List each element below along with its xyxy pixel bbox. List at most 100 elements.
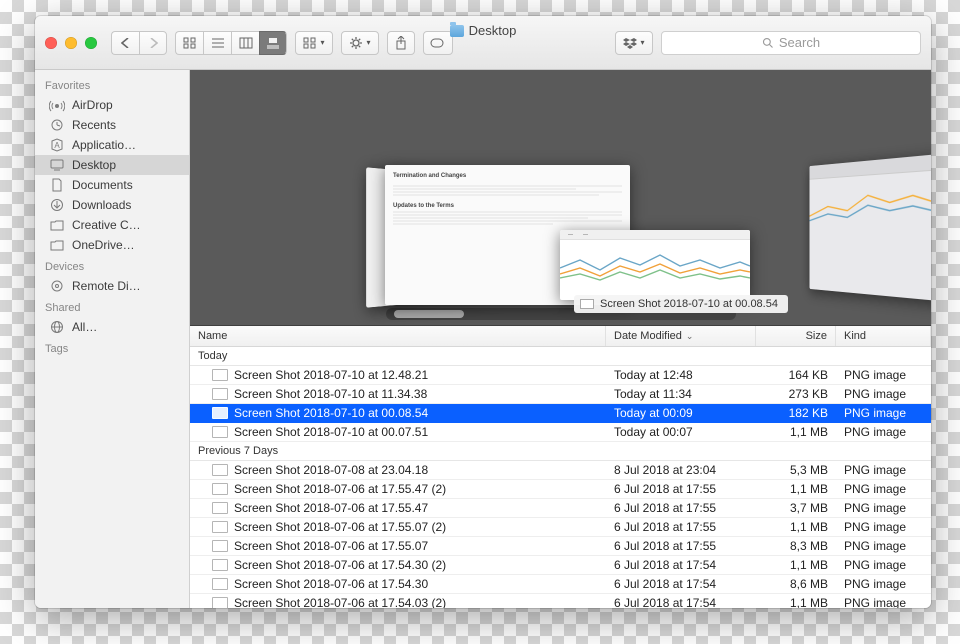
thumbnail-icon bbox=[212, 464, 228, 476]
list-section-header[interactable]: Today bbox=[190, 347, 931, 366]
file-date: Today at 00:09 bbox=[606, 406, 756, 420]
table-row[interactable]: Screen Shot 2018-07-06 at 17.55.476 Jul … bbox=[190, 499, 931, 518]
sidebar-item-documents[interactable]: Documents bbox=[35, 175, 189, 195]
sidebar-item-creative-c-[interactable]: Creative C… bbox=[35, 215, 189, 235]
file-name: Screen Shot 2018-07-10 at 12.48.21 bbox=[234, 368, 428, 382]
share-button[interactable] bbox=[387, 31, 415, 55]
column-size[interactable]: Size bbox=[756, 326, 836, 346]
coverflow-card[interactable] bbox=[810, 153, 931, 303]
table-row[interactable]: Screen Shot 2018-07-06 at 17.55.47 (2) 6 … bbox=[190, 480, 931, 499]
table-row[interactable]: Screen Shot 2018-07-06 at 17.54.30 (2)6 … bbox=[190, 556, 931, 575]
table-row[interactable]: Screen Shot 2018-07-06 at 17.54.03 (2) 6 … bbox=[190, 594, 931, 608]
file-size: 1,1 MB bbox=[756, 596, 836, 608]
file-kind: PNG image bbox=[836, 558, 931, 572]
list-view-button[interactable] bbox=[203, 31, 231, 55]
sidebar-item-all-[interactable]: All… bbox=[35, 317, 189, 337]
sidebar-item-desktop[interactable]: Desktop bbox=[35, 155, 189, 175]
view-mode-segment bbox=[175, 31, 287, 55]
search-input[interactable]: Search bbox=[661, 31, 921, 55]
gear-icon bbox=[349, 36, 363, 50]
sidebar-item-label: AirDrop bbox=[72, 98, 113, 112]
forward-button[interactable] bbox=[139, 31, 167, 55]
table-row[interactable]: Screen Shot 2018-07-06 at 17.54.306 Jul … bbox=[190, 575, 931, 594]
file-name: Screen Shot 2018-07-10 at 00.07.51 bbox=[234, 425, 428, 439]
zoom-icon[interactable] bbox=[85, 37, 97, 49]
doc-heading: Termination and Changes bbox=[393, 173, 622, 179]
back-button[interactable] bbox=[111, 31, 139, 55]
file-kind: PNG image bbox=[836, 387, 931, 401]
table-row[interactable]: Screen Shot 2018-07-06 at 17.55.07 (2)6 … bbox=[190, 518, 931, 537]
sidebar-item-downloads[interactable]: Downloads bbox=[35, 195, 189, 215]
list-section-header[interactable]: Previous 7 Days bbox=[190, 442, 931, 461]
dropbox-button[interactable]: ▾ bbox=[615, 31, 653, 55]
recents-icon bbox=[49, 118, 65, 132]
applications-icon: A bbox=[49, 138, 65, 152]
file-size: 1,1 MB bbox=[756, 520, 836, 534]
file-size: 164 KB bbox=[756, 368, 836, 382]
action-button[interactable]: ▾ bbox=[341, 31, 379, 55]
back-forward bbox=[111, 31, 167, 55]
table-row[interactable]: Screen Shot 2018-07-06 at 17.55.076 Jul … bbox=[190, 537, 931, 556]
table-row[interactable]: Screen Shot 2018-07-10 at 00.08.54 Today … bbox=[190, 404, 931, 423]
column-kind[interactable]: Kind bbox=[836, 326, 931, 346]
file-size: 273 KB bbox=[756, 387, 836, 401]
tags-button[interactable] bbox=[423, 31, 453, 55]
thumbnail-icon bbox=[212, 521, 228, 533]
icon-view-button[interactable] bbox=[175, 31, 203, 55]
sidebar-item-remote-di-[interactable]: Remote Di… bbox=[35, 276, 189, 296]
table-row[interactable]: Screen Shot 2018-07-10 at 11.34.38Today … bbox=[190, 385, 931, 404]
documents-icon bbox=[49, 178, 65, 192]
scrollbar-thumb[interactable] bbox=[394, 310, 464, 318]
doc-heading: Updates to the Terms bbox=[393, 203, 622, 209]
file-date: 6 Jul 2018 at 17:55 bbox=[606, 482, 756, 496]
thumbnail-icon bbox=[580, 299, 594, 309]
file-name: Screen Shot 2018-07-06 at 17.54.03 (2) bbox=[234, 596, 446, 608]
thumbnail-icon bbox=[212, 388, 228, 400]
file-name: Screen Shot 2018-07-10 at 00.08.54 bbox=[234, 406, 428, 420]
file-date: 6 Jul 2018 at 17:55 bbox=[606, 539, 756, 553]
sidebar-item-label: Downloads bbox=[72, 198, 131, 212]
window-controls bbox=[45, 37, 97, 49]
coverflow-area[interactable]: Termination and Changes Updates to the T… bbox=[190, 70, 931, 326]
finder-window: ▾ ▾ Desktop ▾ Search FavoritesAirDropRec… bbox=[35, 16, 931, 608]
column-view-button[interactable] bbox=[231, 31, 259, 55]
tag-icon bbox=[430, 37, 446, 49]
coverflow-card-front[interactable]: —— bbox=[560, 230, 750, 300]
file-kind: PNG image bbox=[836, 368, 931, 382]
minimize-icon[interactable] bbox=[65, 37, 77, 49]
sidebar-item-airdrop[interactable]: AirDrop bbox=[35, 95, 189, 115]
sidebar-item-label: Creative C… bbox=[72, 218, 141, 232]
sidebar-item-applicatio-[interactable]: AApplicatio… bbox=[35, 135, 189, 155]
list-header: Name Date Modified⌄ Size Kind bbox=[190, 326, 931, 347]
downloads-icon bbox=[49, 198, 65, 212]
table-row[interactable]: Screen Shot 2018-07-10 at 12.48.21Today … bbox=[190, 366, 931, 385]
sidebar-section-label: Tags bbox=[35, 337, 189, 358]
sidebar-item-recents[interactable]: Recents bbox=[35, 115, 189, 135]
file-list: Name Date Modified⌄ Size Kind TodayScree… bbox=[190, 326, 931, 608]
close-icon[interactable] bbox=[45, 37, 57, 49]
file-size: 8,6 MB bbox=[756, 577, 836, 591]
file-date: 6 Jul 2018 at 17:54 bbox=[606, 558, 756, 572]
coverflow-view-button[interactable] bbox=[259, 31, 287, 55]
file-size: 1,1 MB bbox=[756, 558, 836, 572]
search-placeholder: Search bbox=[779, 35, 820, 50]
file-name: Screen Shot 2018-07-08 at 23.04.18 bbox=[234, 463, 428, 477]
thumbnail-icon bbox=[212, 407, 228, 419]
file-date: 6 Jul 2018 at 17:54 bbox=[606, 596, 756, 608]
remote-disc-icon bbox=[49, 279, 65, 293]
table-row[interactable]: Screen Shot 2018-07-08 at 23.04.188 Jul … bbox=[190, 461, 931, 480]
file-kind: PNG image bbox=[836, 539, 931, 553]
file-name: Screen Shot 2018-07-06 at 17.55.47 bbox=[234, 501, 428, 515]
arrange-button[interactable]: ▾ bbox=[295, 31, 333, 55]
column-name[interactable]: Name bbox=[190, 326, 606, 346]
file-kind: PNG image bbox=[836, 425, 931, 439]
sidebar-item-label: OneDrive… bbox=[72, 238, 135, 252]
table-row[interactable]: Screen Shot 2018-07-10 at 00.07.51Today … bbox=[190, 423, 931, 442]
column-date-modified[interactable]: Date Modified⌄ bbox=[606, 326, 756, 346]
file-name: Screen Shot 2018-07-10 at 11.34.38 bbox=[234, 387, 427, 401]
file-name: Screen Shot 2018-07-06 at 17.55.47 (2) bbox=[234, 482, 446, 496]
svg-text:A: A bbox=[54, 141, 60, 150]
sidebar-item-onedrive-[interactable]: OneDrive… bbox=[35, 235, 189, 255]
chevron-down-icon: ⌄ bbox=[686, 331, 694, 342]
file-kind: PNG image bbox=[836, 520, 931, 534]
